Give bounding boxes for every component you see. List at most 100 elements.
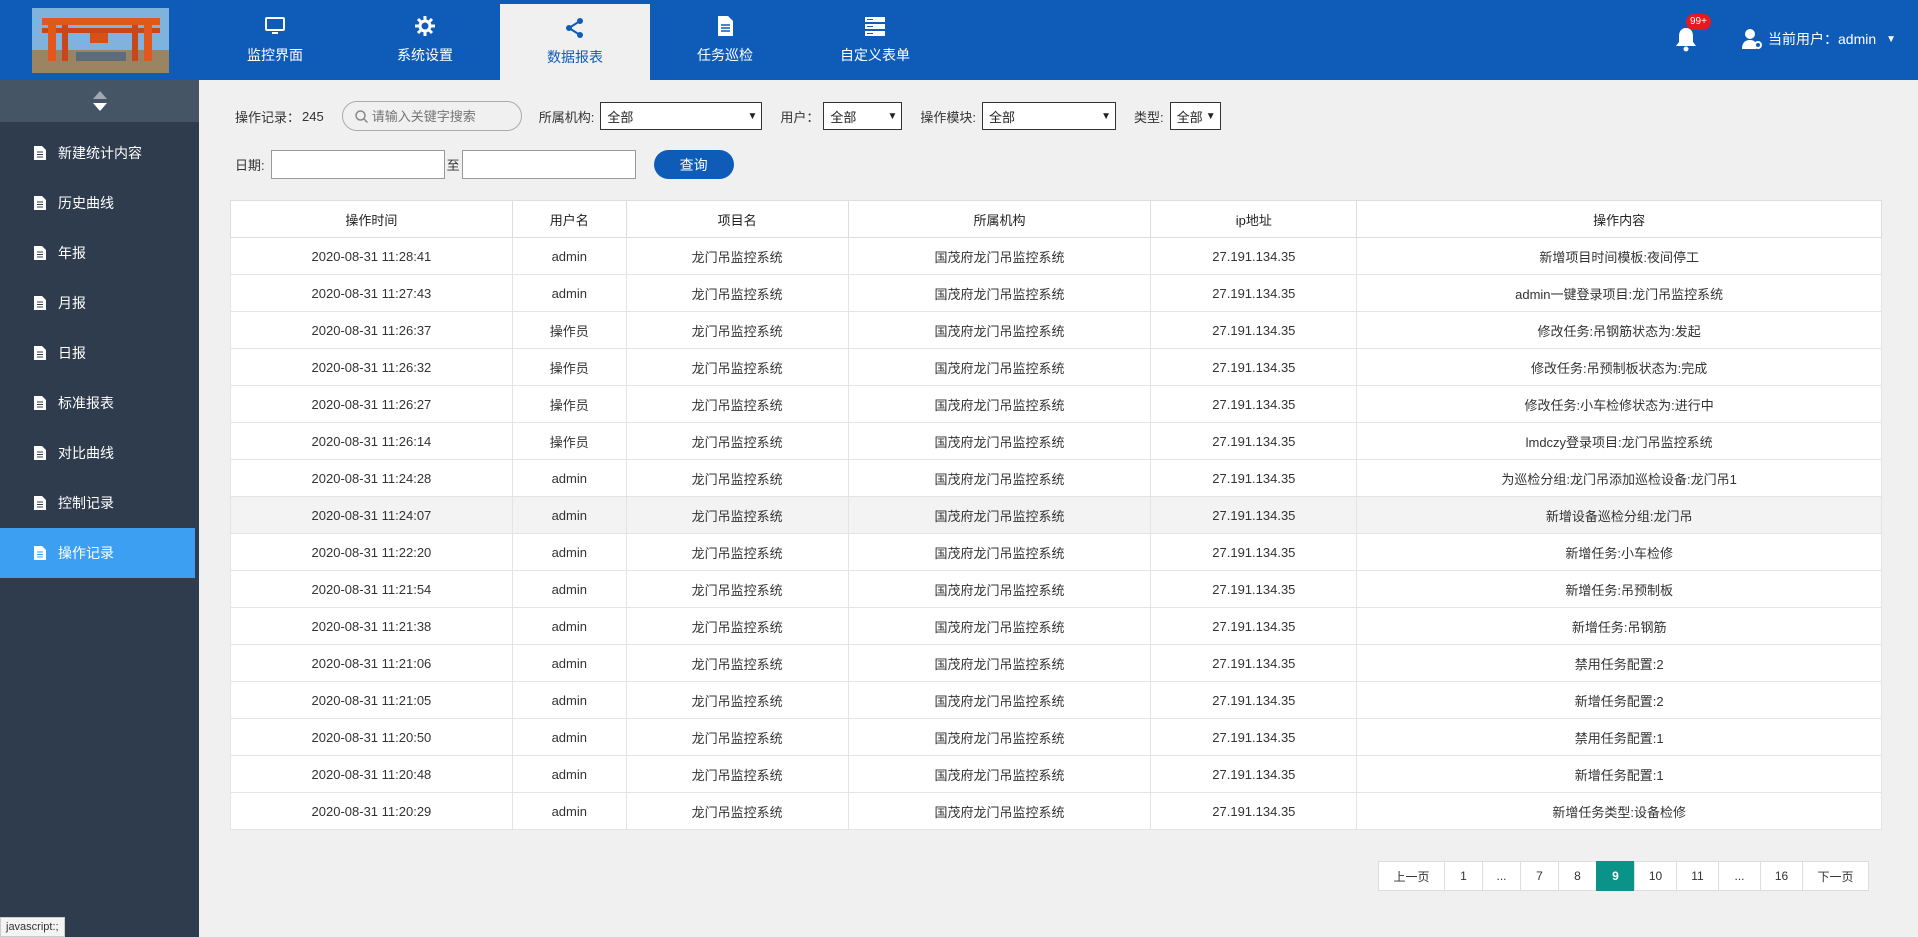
table-row[interactable]: 2020-08-31 11:24:28 admin 龙门吊监控系统 国茂府龙门吊监控系…	[230, 459, 1882, 497]
table-row[interactable]: 2020-08-31 11:26:32 操作员 龙门吊监控系统 国茂府龙门吊监控系统 2…	[230, 348, 1882, 386]
table-cell: admin	[511, 459, 627, 497]
table-cell: 2020-08-31 11:21:05	[230, 681, 513, 719]
type-label: 类型:	[1133, 109, 1164, 125]
date-end-input[interactable]	[461, 150, 636, 179]
table-cell: 龙门吊监控系统	[625, 718, 849, 756]
table-cell: 2020-08-31 11:28:41	[230, 237, 513, 275]
table-row[interactable]: 2020-08-31 11:20:29 admin 龙门吊监控系统 国茂府龙门吊监控系…	[230, 792, 1882, 830]
chevron-down-icon: ▼	[1101, 110, 1111, 122]
user-menu[interactable]: 当前用户：admin ▼	[1742, 28, 1896, 50]
table-row[interactable]: 2020-08-31 11:26:37 操作员 龙门吊监控系统 国茂府龙门吊监控系统 2…	[230, 311, 1882, 349]
file-icon	[34, 146, 46, 160]
table-cell: 禁用任务配置:1	[1356, 718, 1882, 756]
page-button[interactable]: 1	[1444, 861, 1483, 891]
search-box[interactable]	[341, 101, 522, 131]
table-cell: 国茂府龙门吊监控系统	[847, 422, 1152, 460]
next-page-button[interactable]: 下一页	[1802, 861, 1869, 891]
column-header[interactable]: 操作内容	[1356, 200, 1882, 238]
sidebar-item-standard-report[interactable]: 标准报表	[0, 378, 199, 428]
table-cell: 27.191.134.35	[1150, 348, 1358, 386]
page-ellipsis: ...	[1482, 861, 1521, 891]
column-header[interactable]: 项目名	[625, 200, 849, 238]
nav-custom-form[interactable]: 自定义表单	[800, 0, 950, 80]
user-icon	[1742, 29, 1762, 49]
table-cell: 27.191.134.35	[1150, 311, 1358, 349]
nav-label: 系统设置	[397, 47, 453, 63]
prev-page-button[interactable]: 上一页	[1378, 861, 1445, 891]
nav-inspection[interactable]: 任务巡检	[650, 0, 800, 80]
column-header[interactable]: 操作时间	[230, 200, 513, 238]
table-cell: 为巡检分组:龙门吊添加巡检设备:龙门吊1	[1356, 459, 1882, 497]
arrow-down-icon	[92, 103, 107, 111]
table-cell: admin	[511, 792, 627, 830]
table-cell: 龙门吊监控系统	[625, 755, 849, 793]
sidebar-item-label: 对比曲线	[58, 445, 114, 461]
page-button[interactable]: 10	[1634, 861, 1677, 891]
sidebar-toggle[interactable]	[0, 80, 199, 122]
table-cell: 2020-08-31 11:26:14	[230, 422, 513, 460]
page-button[interactable]: 11	[1676, 861, 1719, 891]
table-row[interactable]: 2020-08-31 11:26:14 操作员 龙门吊监控系统 国茂府龙门吊监控系统 2…	[230, 422, 1882, 460]
file-icon	[34, 496, 46, 510]
table-cell: 国茂府龙门吊监控系统	[847, 348, 1152, 386]
column-header[interactable]: ip地址	[1150, 200, 1358, 238]
type-select-value: 全部	[1176, 109, 1203, 125]
page-button-current[interactable]: 9	[1596, 861, 1635, 891]
type-select[interactable]: 全部 ▼	[1169, 102, 1221, 130]
nav-monitor[interactable]: 监控界面	[200, 0, 350, 80]
page-button[interactable]: 16	[1760, 861, 1803, 891]
sidebar-item-label: 年报	[58, 245, 86, 261]
table-cell: 2020-08-31 11:26:32	[230, 348, 513, 386]
share-icon	[566, 18, 583, 38]
table-cell: 国茂府龙门吊监控系统	[847, 533, 1152, 571]
nav-reports[interactable]: 数据报表	[500, 4, 650, 80]
nav-label: 数据报表	[547, 49, 603, 65]
table-row[interactable]: 2020-08-31 11:21:05 admin 龙门吊监控系统 国茂府龙门吊监控系…	[230, 681, 1882, 719]
search-input[interactable]	[371, 108, 512, 124]
table-cell: 禁用任务配置:2	[1356, 644, 1882, 682]
sidebar-item-history-curve[interactable]: 历史曲线	[0, 178, 199, 228]
table-row[interactable]: 2020-08-31 11:21:06 admin 龙门吊监控系统 国茂府龙门吊监控系…	[230, 644, 1882, 682]
sidebar-item-operation-records[interactable]: 操作记录	[0, 528, 195, 578]
table-cell: 新增任务:吊预制板	[1356, 570, 1882, 608]
table-cell: 操作员	[511, 385, 627, 423]
main-content: 操作记录： 245 所属机构: 全部▼ 用户： 全部▼ 操作模块: 全部▼ 类型…	[199, 80, 1918, 937]
column-header[interactable]: 用户名	[511, 200, 627, 238]
sidebar-item-monthly-report[interactable]: 月报	[0, 278, 199, 328]
table-row[interactable]: 2020-08-31 11:22:20 admin 龙门吊监控系统 国茂府龙门吊监控系…	[230, 533, 1882, 571]
table-cell: 国茂府龙门吊监控系统	[847, 755, 1152, 793]
table-row[interactable]: 2020-08-31 11:21:54 admin 龙门吊监控系统 国茂府龙门吊监控系…	[230, 570, 1882, 608]
sidebar-item-label: 月报	[58, 295, 86, 311]
nav-settings[interactable]: 系统设置	[350, 0, 500, 80]
sidebar-item-annual-report[interactable]: 年报	[0, 228, 199, 278]
sidebar-item-control-records[interactable]: 控制记录	[0, 478, 199, 528]
query-button[interactable]: 查询	[653, 150, 734, 179]
table-row[interactable]: 2020-08-31 11:21:38 admin 龙门吊监控系统 国茂府龙门吊监控系…	[230, 607, 1882, 645]
sidebar-item-daily-report[interactable]: 日报	[0, 328, 199, 378]
org-select[interactable]: 全部 ▼	[600, 102, 763, 130]
sidebar-item-new-stat[interactable]: 新建统计内容	[0, 128, 199, 178]
table-cell: 新增任务类型:设备检修	[1356, 792, 1882, 830]
page-button[interactable]: 7	[1520, 861, 1559, 891]
page-button[interactable]: 8	[1558, 861, 1597, 891]
table-row[interactable]: 2020-08-31 11:27:43 admin 龙门吊监控系统 国茂府龙门吊监控系…	[230, 274, 1882, 312]
table-cell: 龙门吊监控系统	[625, 570, 849, 608]
sidebar-item-label: 控制记录	[58, 495, 114, 511]
nav-label: 监控界面	[247, 47, 303, 63]
table-row[interactable]: 2020-08-31 11:20:50 admin 龙门吊监控系统 国茂府龙门吊监控系…	[230, 718, 1882, 756]
table-row[interactable]: 2020-08-31 11:28:41 admin 龙门吊监控系统 国茂府龙门吊监控系…	[230, 237, 1882, 275]
table-row[interactable]: 2020-08-31 11:24:07 admin 龙门吊监控系统 国茂府龙门吊监控系…	[230, 496, 1882, 534]
table-cell: 新增设备巡检分组:龙门吊	[1356, 496, 1882, 534]
sidebar-item-compare-curve[interactable]: 对比曲线	[0, 428, 199, 478]
file-icon	[34, 446, 46, 460]
column-header[interactable]: 所属机构	[847, 200, 1152, 238]
table-cell: 新增任务:小车检修	[1356, 533, 1882, 571]
filter-row-2: 日期: 至 查询	[235, 150, 734, 179]
sidebar: 新建统计内容 历史曲线 年报 月报 日报 标准报表 对比曲线 控制记录 操作记录	[0, 80, 199, 937]
user-select[interactable]: 全部 ▼	[823, 102, 903, 130]
table-row[interactable]: 2020-08-31 11:20:48 admin 龙门吊监控系统 国茂府龙门吊监控系…	[230, 755, 1882, 793]
module-select[interactable]: 全部 ▼	[981, 102, 1116, 130]
date-start-input[interactable]	[270, 150, 445, 179]
table-cell: admin	[511, 237, 627, 275]
table-row[interactable]: 2020-08-31 11:26:27 操作员 龙门吊监控系统 国茂府龙门吊监控系统 2…	[230, 385, 1882, 423]
